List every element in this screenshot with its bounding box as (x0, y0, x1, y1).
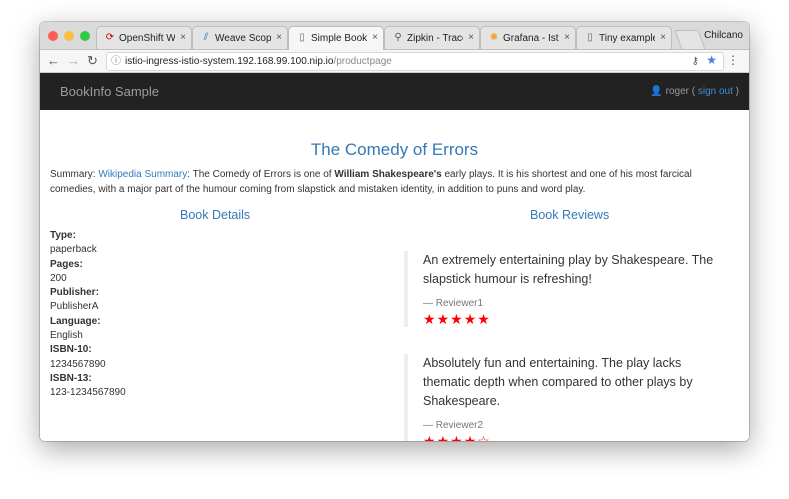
forward-arrow-icon[interactable]: → (67, 53, 80, 68)
app-navbar: BookInfo Sample 👤 roger ( sign out ) (40, 73, 749, 110)
detail-label: ISBN-13: (50, 372, 92, 384)
minimize-window-button[interactable] (64, 31, 74, 41)
detail-label: ISBN-10: (50, 344, 92, 356)
tab-weave-scope[interactable]: ⫽ Weave Scope × (192, 26, 288, 49)
detail-value: 1234567890 (50, 358, 106, 370)
star-filled-icon: ★ (450, 433, 464, 441)
reload-icon[interactable]: ↻ (87, 53, 98, 69)
browser-toolbar: ← → ↻ ⓘ istio-ingress-istio-system.192.1… (40, 50, 749, 73)
tab-tiny-example[interactable]: ▯ Tiny example × (576, 26, 672, 49)
book-title: The Comedy of Errors (310, 140, 479, 159)
user-suffix: ) (735, 86, 739, 97)
user-area: 👤 roger ( sign out ) (650, 86, 739, 97)
detail-label: Publisher: (50, 287, 99, 299)
wikipedia-summary-link[interactable]: Wikipedia Summary (98, 169, 187, 180)
detail-value: English (50, 330, 83, 342)
review-card: An extremely entertaining play by Shakes… (404, 251, 724, 327)
review-card: Absolutely fun and entertaining. The pla… (404, 354, 724, 441)
star-filled-icon: ★ (463, 311, 478, 327)
new-tab-button[interactable] (674, 30, 706, 50)
grafana-icon: ✺ (489, 32, 499, 43)
summary-mid: : The Comedy of Errors is one of (187, 169, 335, 180)
tab-title: Tiny example (599, 33, 655, 44)
user-icon: 👤 (650, 86, 663, 97)
key-icon[interactable]: ⚷ (692, 53, 699, 70)
star-filled-icon: ★ (423, 433, 437, 441)
book-reviews-heading: Book Reviews (530, 208, 610, 222)
info-icon[interactable]: ⓘ (111, 53, 121, 70)
bookmark-star-icon[interactable]: ★ (706, 52, 717, 69)
page-content: The Comedy of Errors Summary: Wikipedia … (40, 110, 749, 441)
star-filled-icon: ★ (450, 311, 464, 327)
detail-value: paperback (50, 244, 97, 256)
detail-label: Type: (50, 230, 76, 241)
tab-title: Zipkin - Trace (407, 33, 463, 44)
close-tab-icon[interactable]: × (180, 32, 186, 43)
review-text: Absolutely fun and entertaining. The pla… (423, 356, 693, 408)
tab-strip: ⟳ OpenShift Web × ⫽ Weave Scope × ▯ Simp… (40, 22, 749, 50)
book-details: Type: paperback Pages: 200 Publisher: Pu… (50, 229, 350, 401)
tab-openshift[interactable]: ⟳ OpenShift Web × (96, 26, 192, 49)
star-filled-icon: ★ (436, 311, 451, 327)
tab-grafana[interactable]: ✺ Grafana - Istic × (480, 26, 576, 49)
book-details-heading: Book Details (180, 208, 251, 222)
close-tab-icon[interactable]: × (564, 32, 570, 43)
star-rating: ★★★★★ (423, 311, 724, 327)
close-tab-icon[interactable]: × (372, 32, 378, 43)
sign-out-link[interactable]: sign out (698, 86, 733, 97)
book-summary: Summary: Wikipedia Summary: The Comedy o… (50, 167, 730, 197)
username: roger ( (665, 86, 696, 97)
maximize-window-button[interactable] (80, 31, 90, 41)
star-rating: ★★★★☆ (423, 433, 724, 441)
url-host: istio-ingress-istio-system.192.168.99.10… (125, 56, 334, 67)
detail-value: 123-1234567890 (50, 387, 126, 399)
document-icon: ▯ (587, 32, 593, 43)
tab-title: Weave Scope (215, 33, 271, 44)
tab-zipkin[interactable]: ⚲ Zipkin - Trace × (384, 26, 480, 49)
star-empty-icon: ☆ (477, 433, 491, 441)
url-text[interactable]: istio-ingress-istio-system.192.168.99.10… (125, 53, 392, 70)
weave-scope-icon: ⫽ (203, 32, 209, 43)
menu-icon[interactable]: ⋮ (727, 53, 739, 67)
openshift-icon: ⟳ (105, 32, 115, 43)
star-filled-icon: ★ (477, 311, 491, 327)
detail-value: 200 (50, 272, 67, 284)
zipkin-icon: ⚲ (394, 32, 402, 43)
close-tab-icon[interactable]: × (276, 32, 282, 43)
tab-simple-bookstore[interactable]: ▯ Simple Bookst × (288, 26, 384, 50)
address-bar[interactable]: ⓘ istio-ingress-istio-system.192.168.99.… (106, 52, 724, 71)
detail-label: Language: (50, 315, 101, 327)
close-window-button[interactable] (48, 31, 58, 41)
reviewer-name: — Reviewer1 (423, 298, 484, 309)
detail-value: PublisherA (50, 301, 99, 313)
tab-title: OpenShift Web (119, 33, 175, 44)
back-arrow-icon[interactable]: ← (47, 53, 60, 68)
summary-author: William Shakespeare's (334, 169, 442, 180)
profile-name[interactable]: Chilcano (704, 30, 743, 41)
detail-label: Pages: (50, 258, 83, 270)
star-filled-icon: ★ (423, 311, 437, 327)
reviewer-name: — Reviewer2 (423, 420, 484, 431)
tab-title: Grafana - Istic (503, 33, 559, 44)
brand-title[interactable]: BookInfo Sample (60, 84, 159, 99)
star-filled-icon: ★ (436, 433, 451, 441)
document-icon: ▯ (299, 32, 305, 43)
close-tab-icon[interactable]: × (660, 32, 666, 43)
review-text: An extremely entertaining play by Shakes… (423, 253, 714, 286)
browser-window: ⟳ OpenShift Web × ⫽ Weave Scope × ▯ Simp… (40, 22, 749, 441)
url-path: /productpage (333, 56, 392, 67)
close-tab-icon[interactable]: × (468, 32, 474, 43)
tab-title: Simple Bookst (311, 33, 367, 44)
summary-prefix: Summary: (50, 169, 99, 180)
star-filled-icon: ★ (463, 433, 478, 441)
